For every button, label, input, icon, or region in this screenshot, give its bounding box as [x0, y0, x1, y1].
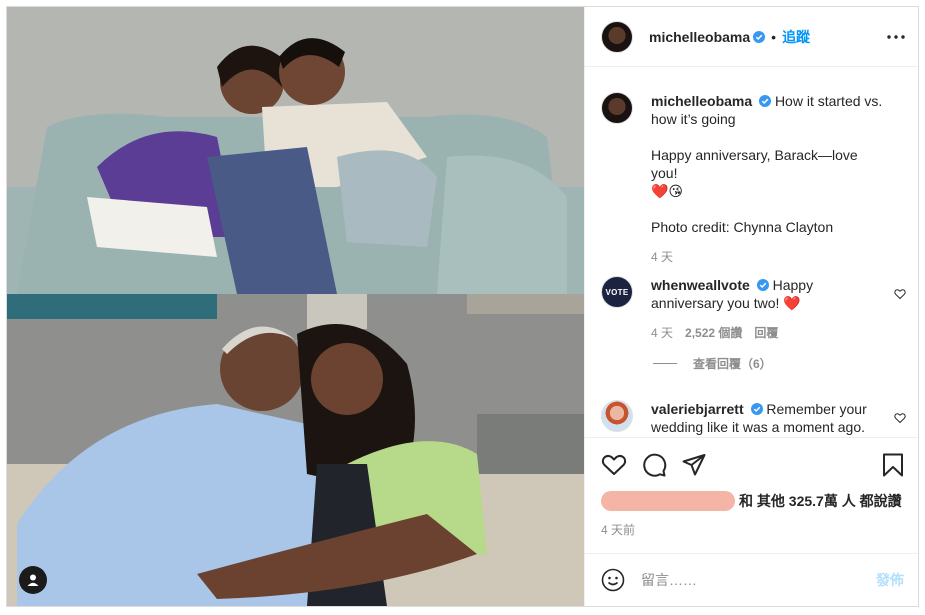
comment-icon[interactable]: [641, 452, 667, 478]
avatar-text: VOTE: [605, 287, 629, 297]
post-dialog: michelleobama • 追蹤 michelleobama How it …: [6, 6, 919, 607]
likes-text: 和 其他 325.7萬 人 都說讚: [739, 493, 902, 509]
caption-username[interactable]: michelleobama: [651, 93, 752, 109]
redacted-username: [601, 491, 735, 511]
commenter-username[interactable]: valeriebjarrett: [651, 401, 744, 417]
post-time[interactable]: 4 天前: [601, 521, 635, 538]
verified-icon: [759, 95, 772, 107]
view-replies-line: [653, 363, 677, 364]
comment-like-heart-icon[interactable]: [894, 288, 906, 300]
caption-time[interactable]: 4 天: [651, 248, 673, 266]
heart-icon[interactable]: [601, 452, 627, 478]
comment-input[interactable]: [641, 572, 876, 588]
post-header: michelleobama • 追蹤: [585, 7, 918, 67]
commenter-username[interactable]: whenweallvote: [651, 277, 750, 293]
tagged-user-icon[interactable]: [19, 566, 47, 594]
commenter-avatar[interactable]: VOTE: [601, 276, 633, 308]
verified-icon: [753, 30, 766, 43]
caption-line-3: ❤️😘: [651, 183, 684, 199]
commenter-avatar[interactable]: [601, 400, 633, 432]
caption-line-2: Happy anniversary, Barack—love you!: [651, 147, 858, 181]
view-replies-label: 查看回覆（6）: [693, 357, 772, 371]
caption: michelleobama How it started vs. how it’…: [601, 92, 906, 266]
likes-summary[interactable]: 和 其他 325.7萬 人 都說讚: [601, 491, 902, 511]
comment-likes[interactable]: 2,522 個讚: [685, 324, 742, 342]
share-icon[interactable]: [681, 452, 707, 478]
view-replies-button[interactable]: 查看回覆（6）: [653, 355, 772, 372]
comment-time[interactable]: 4 天: [651, 324, 673, 342]
more-horizontal-icon[interactable]: [886, 29, 906, 45]
header-separator: •: [771, 28, 777, 45]
action-bar: [585, 437, 918, 492]
verified-icon: [750, 403, 763, 415]
caption-line-4: Photo credit: Chynna Clayton: [651, 219, 834, 235]
author-username[interactable]: michelleobama: [649, 29, 750, 45]
emoji-icon[interactable]: [601, 568, 625, 592]
add-comment-bar: 發佈: [585, 553, 918, 606]
comment-item: valeriebjarrett Remember your wedding li…: [601, 400, 906, 436]
comment-like-heart-icon[interactable]: [894, 412, 906, 424]
verified-icon: [756, 279, 769, 291]
post-side-panel: michelleobama • 追蹤 michelleobama How it …: [584, 7, 918, 606]
bookmark-icon[interactable]: [880, 452, 906, 478]
author-avatar[interactable]: [601, 20, 633, 53]
caption-avatar[interactable]: [601, 92, 633, 124]
post-photo[interactable]: [7, 7, 584, 606]
photo-then: [7, 7, 584, 294]
comment-item: VOTE whenweallvote Happy anniversary you…: [601, 276, 906, 342]
comments-list: michelleobama How it started vs. how it’…: [585, 68, 918, 436]
post-comment-button[interactable]: 發佈: [876, 570, 904, 590]
reply-button[interactable]: 回覆: [754, 324, 778, 342]
photo-now: [7, 294, 584, 606]
follow-button[interactable]: 追蹤: [782, 27, 810, 47]
